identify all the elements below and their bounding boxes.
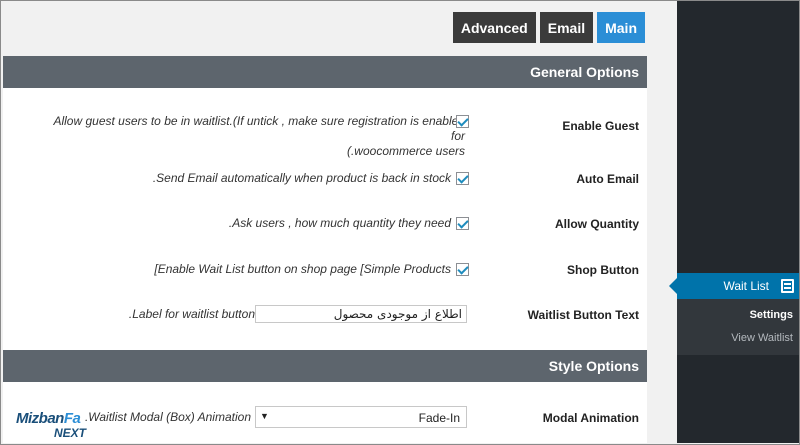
option-row-waitlist-button-text: .Label for waitlist button اطلاع از موجو…: [3, 305, 647, 325]
logo-part-a: Mizban: [16, 410, 64, 427]
option-row-shop-button: [Enable Wait List button on shop page [S…: [3, 261, 647, 279]
auto-email-description: .Send Email automatically when product i…: [152, 171, 451, 185]
submenu-item-view-waitlist[interactable]: View Waitlist: [731, 332, 793, 344]
modal-animation-description: .Waitlist Modal (Box) Animation: [84, 410, 251, 424]
shop-button-description: [Enable Wait List button on shop page [S…: [154, 262, 451, 276]
mizbanfa-logo: MizbanFa NEXT: [14, 410, 98, 442]
modal-animation-select[interactable]: ▼ Fade-In: [255, 406, 467, 428]
sidebar-item-label: Wait List: [723, 279, 769, 293]
tab-email[interactable]: Email: [539, 12, 594, 43]
sidebar-background: [677, 1, 799, 443]
sidebar-item-wait-list[interactable]: Wait List: [669, 273, 799, 299]
option-row-allow-quantity: .Ask users , how much quantity they need…: [3, 215, 647, 233]
chevron-down-icon: ▼: [260, 411, 269, 421]
settings-tabs: Advanced Email Main: [452, 12, 645, 43]
allow-quantity-checkbox[interactable]: [456, 217, 469, 230]
allow-quantity-label: Allow Quantity: [555, 217, 639, 231]
enable-guest-label: Enable Guest: [562, 119, 639, 133]
submenu-item-settings[interactable]: Settings: [750, 309, 793, 321]
option-row-auto-email: .Send Email automatically when product i…: [3, 170, 647, 188]
auto-email-checkbox[interactable]: [456, 172, 469, 185]
section-header-general: General Options: [3, 56, 647, 88]
settings-panel: General Options Allow guest users to be …: [3, 56, 647, 443]
sidebar-submenu: Settings View Waitlist: [677, 299, 799, 355]
option-row-modal-animation: .Waitlist Modal (Box) Animation ▼ Fade-I…: [3, 406, 647, 430]
settings-main: Advanced Email Main General Options Allo…: [1, 1, 677, 443]
waitlist-button-text-description: .Label for waitlist button: [128, 307, 255, 321]
waitlist-button-text-input[interactable]: اطلاع از موجودی محصول: [255, 305, 467, 323]
enable-guest-checkbox[interactable]: [456, 115, 469, 128]
active-indicator-arrow: [669, 278, 677, 294]
auto-email-label: Auto Email: [576, 172, 639, 186]
option-row-enable-guest: Allow guest users to be in waitlist.(If …: [3, 114, 647, 158]
shop-button-checkbox[interactable]: [456, 263, 469, 276]
modal-animation-value: Fade-In: [418, 411, 460, 425]
tab-advanced[interactable]: Advanced: [452, 12, 536, 43]
list-icon: [781, 279, 794, 293]
admin-sidebar: Wait List Settings View Waitlist: [669, 1, 799, 443]
logo-wordmark: MizbanFa: [16, 410, 81, 427]
logo-part-b: Fa: [63, 410, 81, 427]
modal-animation-label: Modal Animation: [542, 411, 639, 425]
waitlist-button-text-label: Waitlist Button Text: [527, 308, 639, 322]
tab-main[interactable]: Main: [597, 12, 645, 43]
section-header-style: Style Options: [3, 350, 647, 382]
logo-subtitle: NEXT: [54, 426, 87, 440]
enable-guest-description: Allow guest users to be in waitlist.(If …: [53, 114, 465, 158]
allow-quantity-description: .Ask users , how much quantity they need: [228, 216, 451, 230]
shop-button-label: Shop Button: [567, 263, 639, 277]
